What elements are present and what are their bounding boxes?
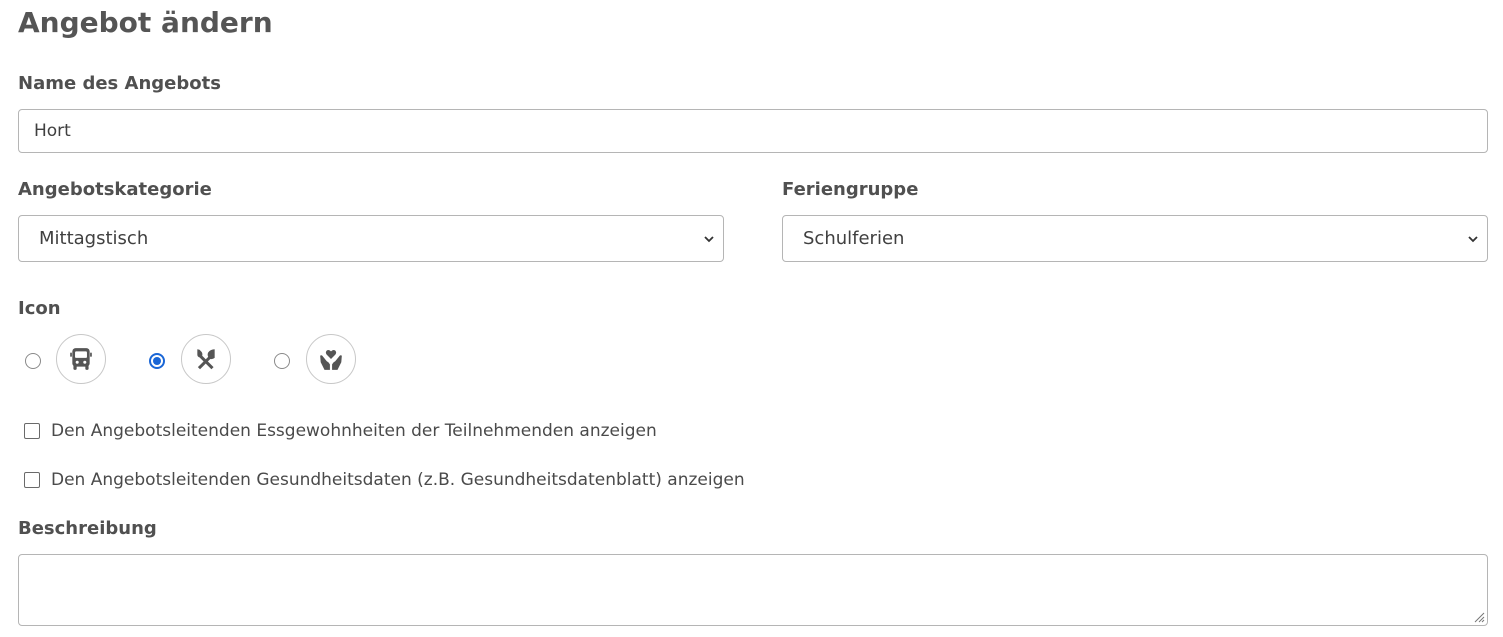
checkbox-health-data-label: Den Angebotsleitenden Gesundheitsdaten (… — [51, 470, 745, 490]
utensils-icon — [197, 349, 215, 370]
icon-label: Icon — [18, 298, 61, 319]
holiday-group-label: Feriengruppe — [782, 179, 919, 200]
chevron-down-icon — [1468, 236, 1478, 243]
icon-option-utensils[interactable] — [181, 334, 231, 384]
holiday-group-select[interactable]: Schulferien — [782, 215, 1488, 262]
checkbox-eating-habits[interactable] — [24, 423, 40, 439]
icon-option-hands-heart[interactable] — [306, 334, 356, 384]
icon-radio-utensils[interactable] — [149, 353, 165, 369]
description-textarea[interactable] — [18, 554, 1488, 626]
checkbox-health-data[interactable] — [24, 472, 40, 488]
bus-icon — [70, 348, 92, 370]
resize-grip-icon[interactable] — [1471, 609, 1485, 623]
description-label: Beschreibung — [18, 518, 157, 539]
hands-heart-icon — [320, 349, 342, 370]
icon-radio-hands-heart[interactable] — [274, 353, 290, 369]
icon-radio-bus[interactable] — [25, 353, 41, 369]
name-input[interactable] — [18, 109, 1488, 153]
category-select[interactable]: Mittagstisch — [18, 215, 724, 262]
category-selected-value: Mittagstisch — [39, 228, 149, 249]
chevron-down-icon — [704, 236, 714, 243]
page-title: Angebot ändern — [18, 6, 273, 39]
icon-option-bus[interactable] — [56, 334, 106, 384]
checkbox-eating-habits-label: Den Angebotsleitenden Essgewohnheiten de… — [51, 421, 657, 441]
holiday-group-selected-value: Schulferien — [803, 228, 905, 249]
category-label: Angebotskategorie — [18, 179, 212, 200]
name-label: Name des Angebots — [18, 73, 221, 94]
